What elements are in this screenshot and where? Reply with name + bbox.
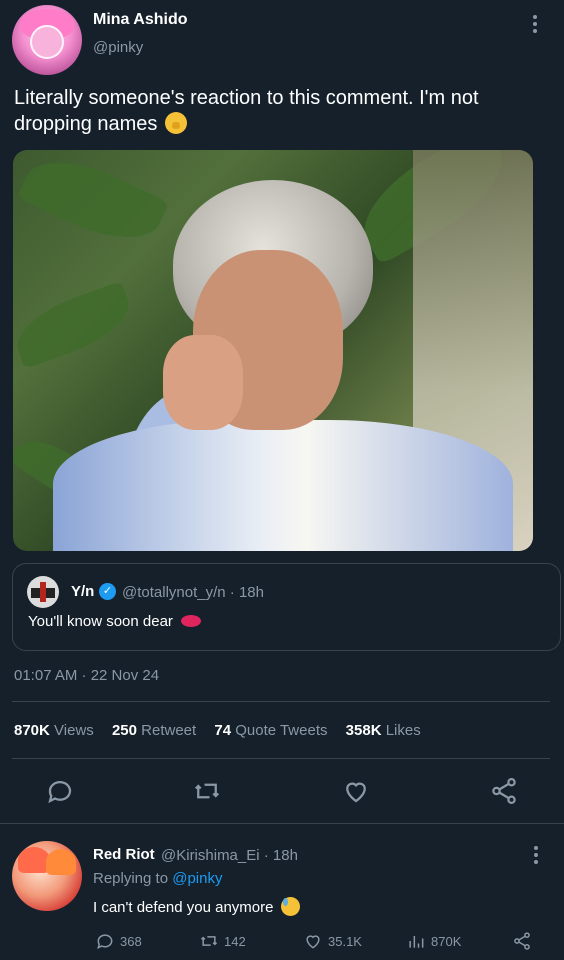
- reply-author-name[interactable]: Red Riot: [93, 846, 155, 863]
- author-name[interactable]: Mina Ashido: [93, 11, 188, 29]
- reply-replies-count: 368: [120, 933, 142, 949]
- reply-text: I can't defend you anymore: [93, 897, 300, 916]
- reply-replies-button[interactable]: 368: [95, 931, 142, 951]
- share-icon[interactable]: [489, 776, 519, 806]
- retweets-count[interactable]: 250: [112, 722, 137, 739]
- divider: [12, 758, 550, 759]
- retweet-icon[interactable]: [192, 776, 222, 806]
- views-count: 870K: [14, 722, 50, 739]
- downcast-face-with-sweat-icon: [280, 897, 300, 916]
- quoted-author-avatar[interactable]: [27, 576, 59, 608]
- quoted-tweet-card[interactable]: [12, 563, 561, 651]
- more-options-icon[interactable]: [529, 15, 541, 37]
- views-icon: [409, 936, 424, 948]
- reply-retweet-button[interactable]: 142: [199, 931, 246, 951]
- section-divider: [0, 823, 564, 824]
- reply-more-options-icon[interactable]: [530, 846, 542, 868]
- retweets-label[interactable]: Retweet: [141, 722, 196, 739]
- face-with-hand-over-mouth-icon: [165, 112, 187, 134]
- quotes-count[interactable]: 74: [214, 722, 231, 739]
- reply-retweets-count: 142: [224, 933, 246, 949]
- reply-views-button[interactable]: 870K: [406, 931, 461, 951]
- replying-to: Replying to @pinky: [93, 870, 222, 887]
- tweet-media-image[interactable]: [13, 150, 533, 551]
- kiss-mark-icon: [181, 615, 202, 627]
- replying-to-label: Replying to: [93, 870, 169, 887]
- quoted-handle-time: @totallynot_y/n · 18h: [122, 584, 264, 601]
- views-label: Views: [54, 722, 94, 739]
- author-avatar[interactable]: [12, 5, 82, 75]
- reply-body: I can't defend you anymore: [93, 899, 274, 916]
- quoted-author-name[interactable]: Y/n: [71, 583, 94, 600]
- quoted-body: You'll know soon dear: [28, 613, 173, 630]
- engagement-stats: 870K Views 250 Retweet 74 Quote Tweets 3…: [14, 722, 421, 739]
- tweet-body: Literally someone's reaction to this com…: [14, 87, 479, 135]
- tweet-timestamp: 01:07 AM · 22 Nov 24: [14, 667, 160, 684]
- author-handle[interactable]: @pinky: [93, 39, 143, 56]
- reply-icon: [97, 934, 113, 950]
- reply-like-button[interactable]: 35.1K: [303, 931, 362, 951]
- reply-likes-count: 35.1K: [328, 933, 362, 949]
- like-icon[interactable]: [341, 776, 371, 806]
- like-icon: [306, 935, 320, 949]
- replying-to-mention[interactable]: @pinky: [172, 870, 222, 887]
- quotes-label[interactable]: Quote Tweets: [235, 722, 327, 739]
- reply-author-avatar[interactable]: [12, 841, 82, 911]
- divider: [12, 701, 550, 702]
- share-icon: [514, 932, 530, 950]
- reply-share-button[interactable]: [512, 931, 532, 951]
- likes-count[interactable]: 358K: [346, 722, 382, 739]
- likes-label[interactable]: Likes: [386, 722, 421, 739]
- reply-views-count: 870K: [431, 933, 462, 949]
- tweet-text: Literally someone's reaction to this com…: [14, 85, 544, 137]
- quoted-tweet-text: You'll know soon dear: [28, 613, 202, 630]
- verified-badge-icon: ✓: [99, 583, 116, 600]
- retweet-icon: [200, 936, 218, 946]
- reply-icon[interactable]: [45, 776, 75, 806]
- reply-handle-time: @Kirishima_Ei · 18h: [161, 847, 298, 864]
